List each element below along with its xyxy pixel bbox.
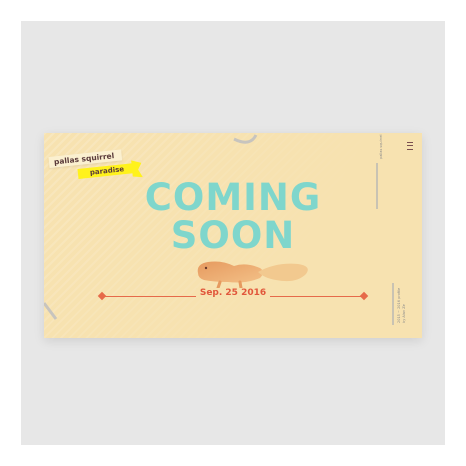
event-date: Sep. 25 2016 (44, 288, 422, 298)
coming-soon-card: pallas squirrel paradise pallas squirrel… (44, 133, 422, 338)
menu-icon[interactable] (407, 142, 413, 150)
side-caption: pallas squirrel (379, 134, 383, 160)
heading-line1: COMING (144, 176, 322, 219)
event-date-text: Sep. 25 2016 (195, 288, 271, 298)
footer-line2: by Alan Ze (402, 304, 406, 323)
